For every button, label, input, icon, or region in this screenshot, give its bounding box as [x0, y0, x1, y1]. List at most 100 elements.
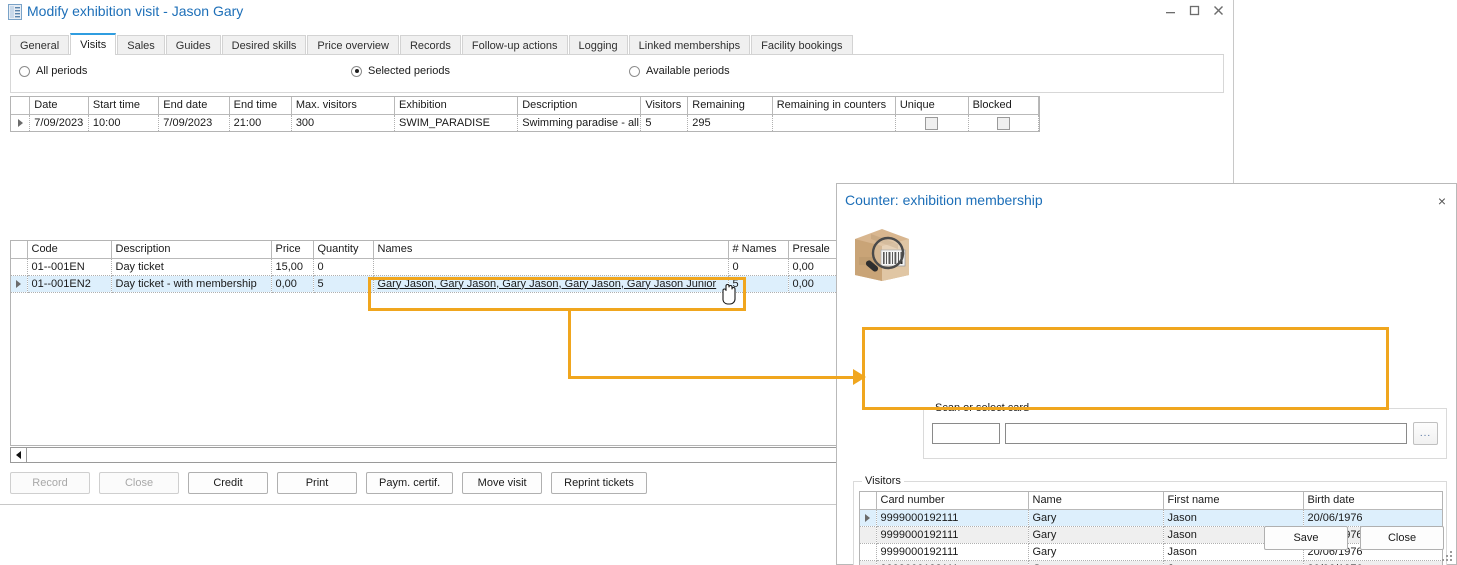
cell-start-time[interactable]: 10:00 — [88, 114, 160, 131]
cell-card-number[interactable]: 9999000192111 — [876, 509, 1029, 527]
table-row[interactable]: 9999000192111GaryJason20/06/1976 — [860, 560, 1442, 565]
tab-logging[interactable]: Logging — [568, 35, 628, 55]
cell-birth-date[interactable]: 20/06/1976 — [1303, 560, 1442, 565]
column-header[interactable]: Visitors — [640, 97, 689, 115]
cell-names[interactable] — [373, 258, 729, 276]
dialog-button-bar[interactable]: Save Close — [1264, 526, 1444, 550]
cell-name[interactable]: Gary — [1028, 509, 1164, 527]
cell-first-name[interactable]: Jason — [1163, 560, 1304, 565]
cell-quantity[interactable]: 5 — [313, 275, 374, 293]
cell-end-date[interactable]: 7/09/2023 — [158, 114, 230, 131]
paym-certif-button[interactable]: Paym. certif. — [366, 472, 454, 494]
lines-grid[interactable]: Code Description Price Quantity Names # Names… — [10, 240, 848, 446]
credit-button[interactable]: Credit — [188, 472, 268, 494]
cell-description[interactable]: Day ticket — [111, 258, 272, 276]
cell-remaining[interactable]: 295 — [687, 114, 773, 131]
tab-bar[interactable]: General Visits Sales Guides Desired skills Pr… — [10, 33, 854, 55]
cell-birth-date[interactable]: 20/06/1976 — [1303, 509, 1442, 527]
table-row[interactable]: 9999000192111GaryJason20/06/1976 — [860, 509, 1442, 527]
column-header[interactable]: Blocked — [968, 97, 1039, 115]
radio-all-periods[interactable]: All periods — [19, 65, 87, 77]
cell-exhibition[interactable]: SWIM_PARADISE — [394, 114, 519, 131]
cell-num-names[interactable]: 0 — [728, 258, 789, 276]
scroll-left-button[interactable] — [11, 448, 27, 462]
tab-sales[interactable]: Sales — [117, 35, 165, 55]
column-header[interactable]: First name — [1163, 492, 1304, 510]
table-row[interactable]: 01--001EN Day ticket 15,00 0 0 0,00 — [11, 258, 847, 276]
column-header[interactable]: Card number — [876, 492, 1029, 510]
tab-follow-up-actions[interactable]: Follow-up actions — [461, 35, 568, 55]
cell-card-number[interactable]: 9999000192111 — [876, 526, 1029, 544]
resize-grip[interactable] — [1441, 550, 1453, 562]
column-header[interactable]: Start time — [88, 97, 160, 115]
column-header[interactable]: Unique — [895, 97, 969, 115]
cell-description[interactable]: Swimming paradise - all areas access — [517, 114, 642, 131]
names-link[interactable]: Gary Jason, Gary Jason, Gary Jason, Gary… — [378, 278, 717, 290]
cell-code[interactable]: 01--001EN2 — [27, 275, 112, 293]
column-header[interactable]: Name — [1028, 492, 1164, 510]
cell-price[interactable]: 15,00 — [271, 258, 314, 276]
column-header[interactable]: Code — [27, 241, 112, 259]
table-row[interactable]: 7/09/2023 10:00 7/09/2023 21:00 300 SWIM_PARA… — [11, 114, 1039, 131]
print-button[interactable]: Print — [277, 472, 357, 494]
cell-visitors[interactable]: 5 — [640, 114, 689, 131]
card-code-input[interactable] — [932, 423, 1000, 444]
cell-names[interactable]: Gary Jason, Gary Jason, Gary Jason, Gary… — [373, 275, 729, 293]
cell-name[interactable]: Gary — [1028, 560, 1164, 565]
cell-code[interactable]: 01--001EN — [27, 258, 112, 276]
tab-visits[interactable]: Visits — [70, 33, 117, 55]
close-button[interactable] — [1212, 4, 1225, 17]
column-header[interactable]: Remaining in counters — [772, 97, 896, 115]
column-header[interactable]: Description — [111, 241, 272, 259]
cell-card-number[interactable]: 9999000192111 — [876, 543, 1029, 561]
column-header[interactable]: Date — [29, 97, 89, 115]
column-header[interactable]: Quantity — [313, 241, 374, 259]
tab-general[interactable]: General — [10, 35, 70, 55]
main-button-bar[interactable]: Record Close Credit Print Paym. certif. Move … — [10, 472, 647, 494]
column-header[interactable]: End time — [229, 97, 292, 115]
card-name-input[interactable] — [1005, 423, 1407, 444]
radio-available-periods[interactable]: Available periods — [629, 65, 730, 77]
cell-date[interactable]: 7/09/2023 — [29, 114, 89, 131]
tab-facility-bookings[interactable]: Facility bookings — [751, 35, 853, 55]
cell-first-name[interactable]: Jason — [1163, 509, 1304, 527]
dialog-close-button[interactable]: Close — [1360, 526, 1444, 550]
tab-records[interactable]: Records — [399, 35, 461, 55]
column-header[interactable]: Birth date — [1303, 492, 1442, 510]
cell-price[interactable]: 0,00 — [271, 275, 314, 293]
cell-num-names[interactable]: 5 — [728, 275, 789, 293]
column-header[interactable]: Names — [373, 241, 729, 259]
tab-desired-skills[interactable]: Desired skills — [221, 35, 307, 55]
cell-name[interactable]: Gary — [1028, 526, 1164, 544]
browse-card-button[interactable]: ... — [1413, 422, 1438, 445]
unique-checkbox[interactable] — [925, 116, 939, 130]
cell-end-time[interactable]: 21:00 — [229, 114, 292, 131]
cell-remaining-in-counters[interactable] — [772, 114, 896, 131]
cell-card-number[interactable]: 9999000192111 — [876, 560, 1029, 565]
tab-guides[interactable]: Guides — [165, 35, 221, 55]
minimize-button[interactable] — [1164, 4, 1177, 17]
radio-selected-periods[interactable]: Selected periods — [351, 65, 450, 77]
column-header[interactable]: Remaining — [687, 97, 773, 115]
dialog-close-icon[interactable]: × — [1438, 194, 1446, 208]
column-header[interactable]: Max. visitors — [291, 97, 396, 115]
maximize-button[interactable] — [1188, 4, 1201, 17]
horizontal-scrollbar[interactable] — [10, 447, 848, 463]
dialog-save-button[interactable]: Save — [1264, 526, 1348, 550]
cell-description[interactable]: Day ticket - with membership — [111, 275, 272, 293]
tab-linked-memberships[interactable]: Linked memberships — [628, 35, 751, 55]
column-header[interactable]: # Names — [728, 241, 789, 259]
tab-price-overview[interactable]: Price overview — [307, 35, 399, 55]
cell-blocked[interactable] — [968, 114, 1039, 131]
blocked-checkbox[interactable] — [996, 116, 1010, 130]
column-header[interactable]: Description — [517, 97, 642, 115]
move-visit-button[interactable]: Move visit — [462, 472, 543, 494]
table-row[interactable]: 01--001EN2 Day ticket - with membership 0,… — [11, 275, 847, 293]
cell-name[interactable]: Gary — [1028, 543, 1164, 561]
periods-grid[interactable]: Date Start time End date End time Max. visit… — [10, 96, 1040, 132]
column-header[interactable]: End date — [158, 97, 230, 115]
cell-quantity[interactable]: 0 — [313, 258, 374, 276]
column-header[interactable]: Price — [271, 241, 314, 259]
column-header[interactable]: Exhibition — [394, 97, 519, 115]
cell-max-visitors[interactable]: 300 — [291, 114, 396, 131]
